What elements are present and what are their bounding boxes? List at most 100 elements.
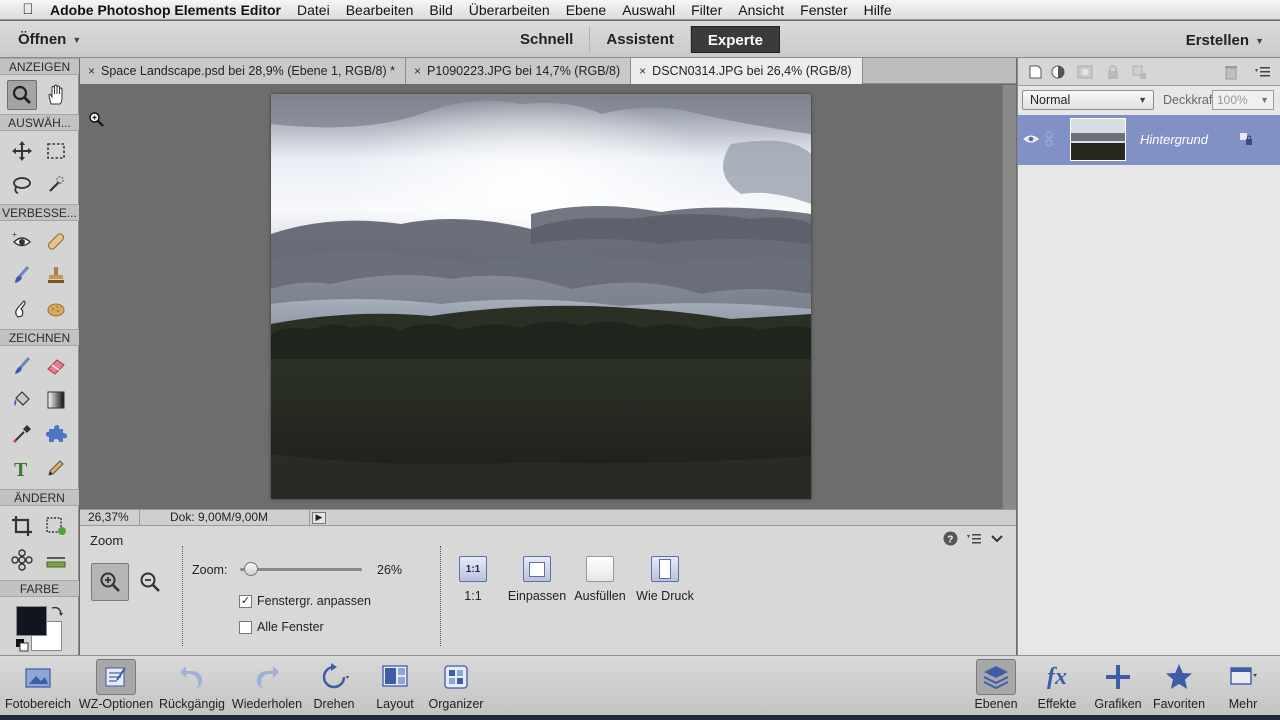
crop-tool-button[interactable] [7, 511, 37, 541]
pencil-tool-button[interactable] [41, 453, 71, 483]
checkbox-box[interactable]: ✓ [239, 594, 252, 608]
collapse-chevron-icon[interactable] [990, 532, 1004, 546]
quick-selection-icon [49, 176, 64, 192]
tab-space-landscape[interactable]: × Space Landscape.psd bei 28,9% (Ebene 1,… [80, 58, 406, 84]
text-tool-button[interactable]: T [7, 453, 37, 483]
link-icon[interactable] [1045, 131, 1053, 147]
close-icon[interactable]: × [88, 64, 95, 78]
tab-p1090223[interactable]: × P1090223.JPG bei 14,7% (RGB/8) [405, 58, 632, 84]
close-icon[interactable]: × [414, 64, 421, 78]
cookie-cutter-tool-button[interactable] [7, 545, 37, 575]
smart-brush-tool-button[interactable] [7, 260, 37, 290]
layer-mask-icon[interactable] [1076, 63, 1094, 81]
zoom-slider-handle[interactable] [244, 562, 259, 576]
zoom-in-button[interactable] [91, 563, 129, 601]
menu-auswahl[interactable]: Auswahl [622, 2, 675, 18]
swap-colors-icon[interactable] [50, 604, 64, 618]
opacity-field[interactable]: 100% ▼ [1212, 90, 1274, 110]
lasso-tool-button[interactable] [7, 170, 37, 200]
view-1-to-1-button[interactable]: 1:1 1:1 [438, 556, 508, 603]
hand-tool-button[interactable] [41, 80, 71, 110]
spot-healing-tool-button[interactable] [41, 226, 71, 256]
rotate-button[interactable]: Drehen [308, 659, 360, 715]
panel-menu-icon[interactable] [1254, 63, 1272, 81]
menu-filter[interactable]: Filter [691, 2, 722, 18]
menu-datei[interactable]: Datei [297, 2, 330, 18]
smudge-tool-button[interactable] [7, 294, 37, 324]
puzzle-icon [46, 425, 67, 442]
magic-wand-tool-button[interactable] [41, 170, 71, 200]
eraser-tool-button[interactable] [41, 351, 71, 381]
tab-dscn0314[interactable]: × DSCN0314.JPG bei 26,4% (RGB/8) [631, 58, 863, 84]
mode-assistent[interactable]: Assistent [590, 26, 691, 53]
zoom-readout[interactable]: 26,37% [80, 510, 140, 525]
open-button[interactable]: Öffnen ▼ [18, 31, 81, 48]
layout-button[interactable]: Layout [368, 659, 422, 715]
menu-fenster[interactable]: Fenster [800, 2, 847, 18]
organizer-button[interactable]: Organizer [424, 659, 488, 715]
layers-panel-button[interactable]: Ebenen [972, 659, 1020, 715]
help-icon[interactable]: ? [943, 531, 958, 546]
default-colors-icon[interactable] [15, 638, 29, 652]
layer-lock-icon[interactable] [1238, 131, 1254, 147]
all-windows-checkbox[interactable]: Alle Fenster [239, 620, 324, 634]
vertical-scrollbar[interactable] [1002, 85, 1016, 509]
fill-screen-button[interactable]: Ausfüllen [565, 556, 635, 603]
menu-bearbeiten[interactable]: Bearbeiten [346, 2, 414, 18]
move-tool-button[interactable] [7, 136, 37, 166]
zoom-tool-button[interactable] [7, 80, 37, 110]
status-menu-arrow-icon[interactable]: ▶ [312, 511, 326, 524]
more-panels-button[interactable]: Mehr [1218, 659, 1268, 715]
close-icon[interactable]: × [639, 64, 646, 78]
menu-bild[interactable]: Bild [429, 2, 452, 18]
tool-options-label: WZ-Optionen [78, 697, 154, 711]
visibility-eye-icon[interactable] [1023, 132, 1039, 146]
brush-tool-button[interactable] [7, 351, 37, 381]
adjustment-layer-icon[interactable] [1050, 63, 1068, 81]
favorites-panel-button[interactable]: Favoriten [1150, 659, 1208, 715]
gradient-tool-button[interactable] [41, 385, 71, 415]
panel-menu-icon[interactable] [966, 532, 982, 546]
undo-button[interactable]: Rückgängig [158, 659, 226, 715]
lock-transparency-icon[interactable] [1130, 63, 1148, 81]
tool-options-button[interactable]: WZ-Optionen [78, 659, 154, 715]
menu-app-name[interactable]: Adobe Photoshop Elements Editor [50, 2, 281, 18]
menu-hilfe[interactable]: Hilfe [864, 2, 892, 18]
apple-icon[interactable]:  [18, 1, 38, 18]
mode-experte[interactable]: Experte [690, 26, 780, 53]
lock-all-icon[interactable] [1104, 63, 1122, 81]
red-eye-tool-button[interactable]: + [7, 226, 37, 256]
recompose-tool-button[interactable] [41, 511, 71, 541]
zoom-slider-track[interactable] [240, 568, 362, 571]
mode-schnell[interactable]: Schnell [504, 26, 591, 53]
clone-stamp-tool-button[interactable] [41, 260, 71, 290]
print-size-button[interactable]: Wie Druck [630, 556, 700, 603]
paint-bucket-tool-button[interactable] [7, 385, 37, 415]
menu-ansicht[interactable]: Ansicht [738, 2, 784, 18]
fit-screen-button[interactable]: Einpassen [502, 556, 572, 603]
fit-window-checkbox[interactable]: ✓ Fenstergr. anpassen [239, 594, 371, 608]
effects-panel-button[interactable]: fx Effekte [1032, 659, 1082, 715]
zoom-in-icon [100, 572, 120, 592]
photo-bin-button[interactable]: Fotobereich [2, 659, 74, 715]
redo-button[interactable]: Wiederholen [230, 659, 304, 715]
layer-row-background[interactable]: Hintergrund [1018, 115, 1280, 165]
foreground-color-swatch[interactable] [16, 606, 47, 636]
custom-shape-tool-button[interactable] [41, 419, 71, 449]
new-layer-icon[interactable] [1026, 63, 1044, 81]
landscape-photo[interactable] [271, 94, 811, 499]
trash-icon[interactable] [1222, 63, 1240, 81]
zoom-out-button[interactable] [131, 563, 169, 601]
blend-mode-select[interactable]: Normal ▼ [1022, 90, 1154, 110]
menu-ueberarbeiten[interactable]: Überarbeiten [469, 2, 550, 18]
layer-name[interactable]: Hintergrund [1140, 132, 1208, 147]
marquee-tool-button[interactable] [41, 136, 71, 166]
straighten-tool-button[interactable] [41, 545, 71, 575]
create-button[interactable]: Erstellen ▼ [1186, 32, 1264, 49]
sponge-tool-button[interactable] [41, 294, 71, 324]
eyedropper-tool-button[interactable] [7, 419, 37, 449]
menu-ebene[interactable]: Ebene [566, 2, 606, 18]
document-canvas[interactable] [80, 85, 1002, 509]
graphics-panel-button[interactable]: Grafiken [1090, 659, 1146, 715]
checkbox-box[interactable] [239, 620, 252, 634]
